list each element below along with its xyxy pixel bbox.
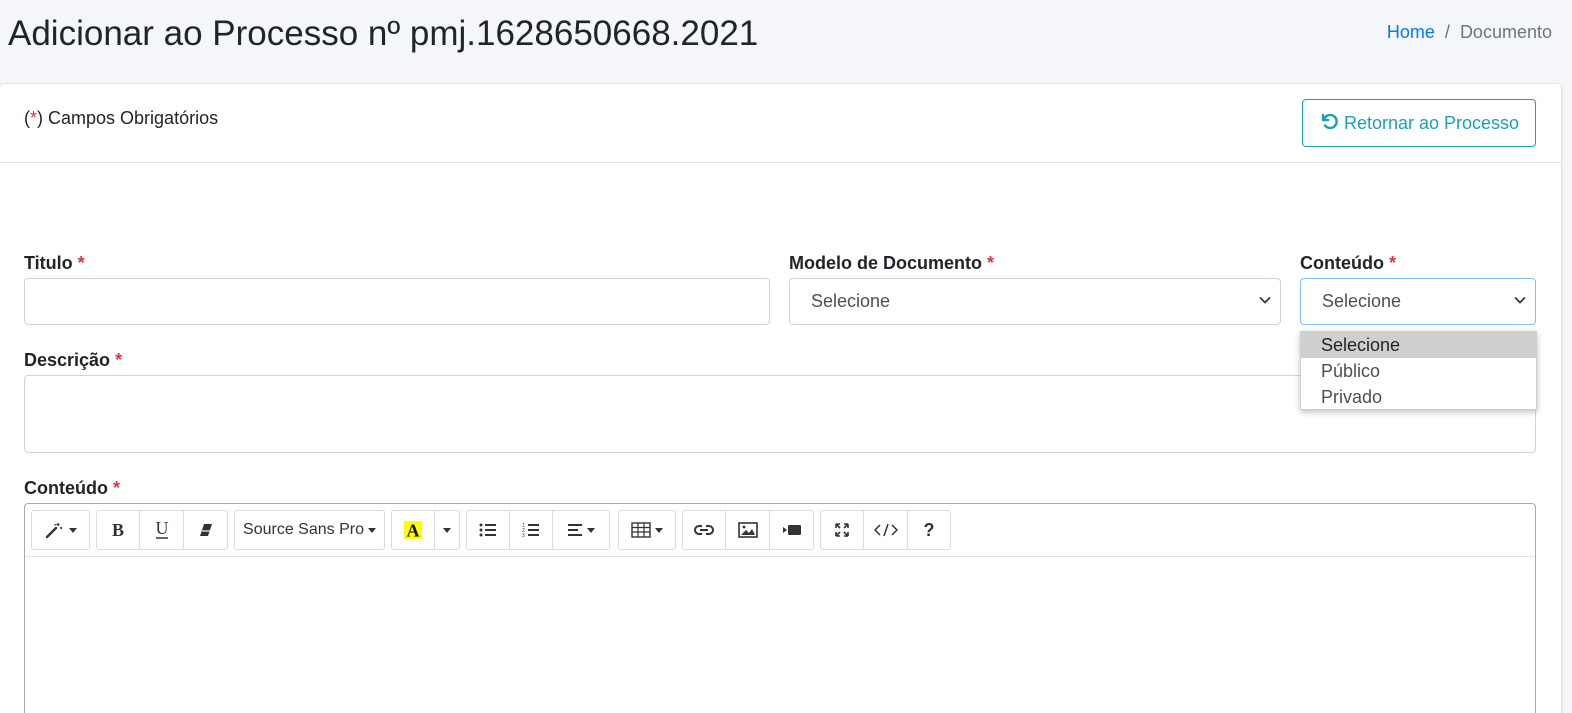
insert-image-button[interactable] — [726, 511, 770, 549]
eraser-icon — [199, 524, 212, 536]
font-family-group: Source Sans Pro — [234, 510, 385, 550]
svg-text:U: U — [155, 520, 168, 538]
modelo-documento-value: Selecione — [811, 291, 891, 311]
return-to-process-button[interactable]: Retornar ao Processo — [1302, 99, 1536, 147]
descricao-label: Descrição * — [24, 350, 123, 370]
font-family-value: Source Sans Pro — [243, 521, 364, 538]
clear-formatting-button[interactable] — [184, 511, 227, 549]
conteudo-editor-label: Conteúdo * — [24, 478, 121, 498]
paragraph-group: 123 — [466, 510, 610, 550]
conteudo-select-value: Selecione — [1322, 291, 1402, 311]
magic-wand-icon — [45, 523, 62, 539]
font-family-dropdown[interactable]: Source Sans Pro — [235, 511, 384, 549]
numbered-list-icon: 123 — [522, 523, 539, 537]
help-button[interactable]: ? — [908, 511, 950, 549]
titulo-input[interactable] — [24, 278, 770, 325]
table-group — [618, 510, 676, 550]
page-title: Adicionar ao Processo nº pmj.1628650668.… — [8, 14, 759, 53]
modelo-documento-label: Modelo de Documento * — [789, 253, 995, 273]
insert-link-button[interactable] — [683, 511, 726, 549]
font-style-group: B U — [96, 510, 228, 550]
underline-icon: U — [155, 520, 168, 539]
undo-icon — [1319, 111, 1339, 136]
breadcrumb-current: Documento — [1459, 22, 1552, 42]
chevron-down-icon — [1259, 296, 1271, 304]
required-fields-note: (*) Campos Obrigatórios — [24, 108, 219, 128]
code-view-button[interactable] — [864, 511, 908, 549]
conteudo-dropdown-list: Selecione Público Privado — [1300, 331, 1537, 410]
bold-icon: B — [112, 521, 124, 539]
conteudo-option-selecione[interactable]: Selecione — [1301, 332, 1536, 358]
svg-text:?: ? — [924, 521, 935, 539]
style-group — [31, 510, 90, 550]
magic-style-button[interactable] — [32, 511, 89, 549]
bold-button[interactable]: B — [97, 511, 140, 549]
expand-icon — [835, 523, 849, 537]
rich-text-editor: B U Source Sans Pro A 123 ? — [24, 503, 1536, 713]
breadcrumb-separator: / — [1444, 22, 1450, 42]
insert-table-dropdown[interactable] — [619, 511, 675, 549]
conteudo-select-label: Conteúdo * — [1300, 253, 1397, 273]
align-left-icon — [568, 524, 582, 536]
card-header: Retornar ao Processo — [0, 84, 1561, 163]
conteudo-option-publico[interactable]: Público — [1301, 358, 1536, 384]
text-color-icon: A — [404, 521, 422, 541]
svg-text:3: 3 — [522, 533, 525, 537]
svg-text:A: A — [407, 521, 420, 541]
fullscreen-button[interactable] — [821, 511, 864, 549]
color-dropdown-toggle[interactable] — [435, 511, 459, 549]
unordered-list-button[interactable] — [467, 511, 510, 549]
insert-video-button[interactable] — [770, 511, 813, 549]
ordered-list-button[interactable]: 123 — [510, 511, 553, 549]
code-icon — [873, 523, 898, 537]
video-icon — [782, 525, 801, 535]
conteudo-option-privado[interactable]: Privado — [1301, 384, 1536, 410]
editor-toolbar: B U Source Sans Pro A 123 ? — [25, 504, 1535, 557]
color-group: A — [391, 510, 460, 550]
editor-content-area[interactable] — [25, 557, 1535, 713]
modelo-documento-select[interactable]: Selecione — [789, 278, 1281, 325]
image-icon — [737, 522, 758, 538]
table-icon — [631, 522, 651, 538]
view-group: ? — [820, 510, 951, 550]
paragraph-align-dropdown[interactable] — [553, 511, 609, 549]
insert-group — [682, 510, 814, 550]
link-icon — [694, 525, 714, 535]
breadcrumb: Home / Documento — [1387, 22, 1552, 43]
chevron-down-icon — [1514, 296, 1526, 304]
return-button-label: Retornar ao Processo — [1343, 112, 1520, 133]
bullet-list-icon — [479, 523, 496, 537]
underline-button[interactable]: U — [140, 511, 184, 549]
highlight-color-button[interactable]: A — [392, 511, 435, 549]
breadcrumb-home-link[interactable]: Home — [1387, 22, 1435, 42]
help-icon: ? — [924, 521, 935, 539]
svg-text:B: B — [112, 521, 124, 539]
titulo-label: Titulo * — [24, 253, 85, 273]
conteudo-select[interactable]: Selecione — [1300, 278, 1536, 325]
